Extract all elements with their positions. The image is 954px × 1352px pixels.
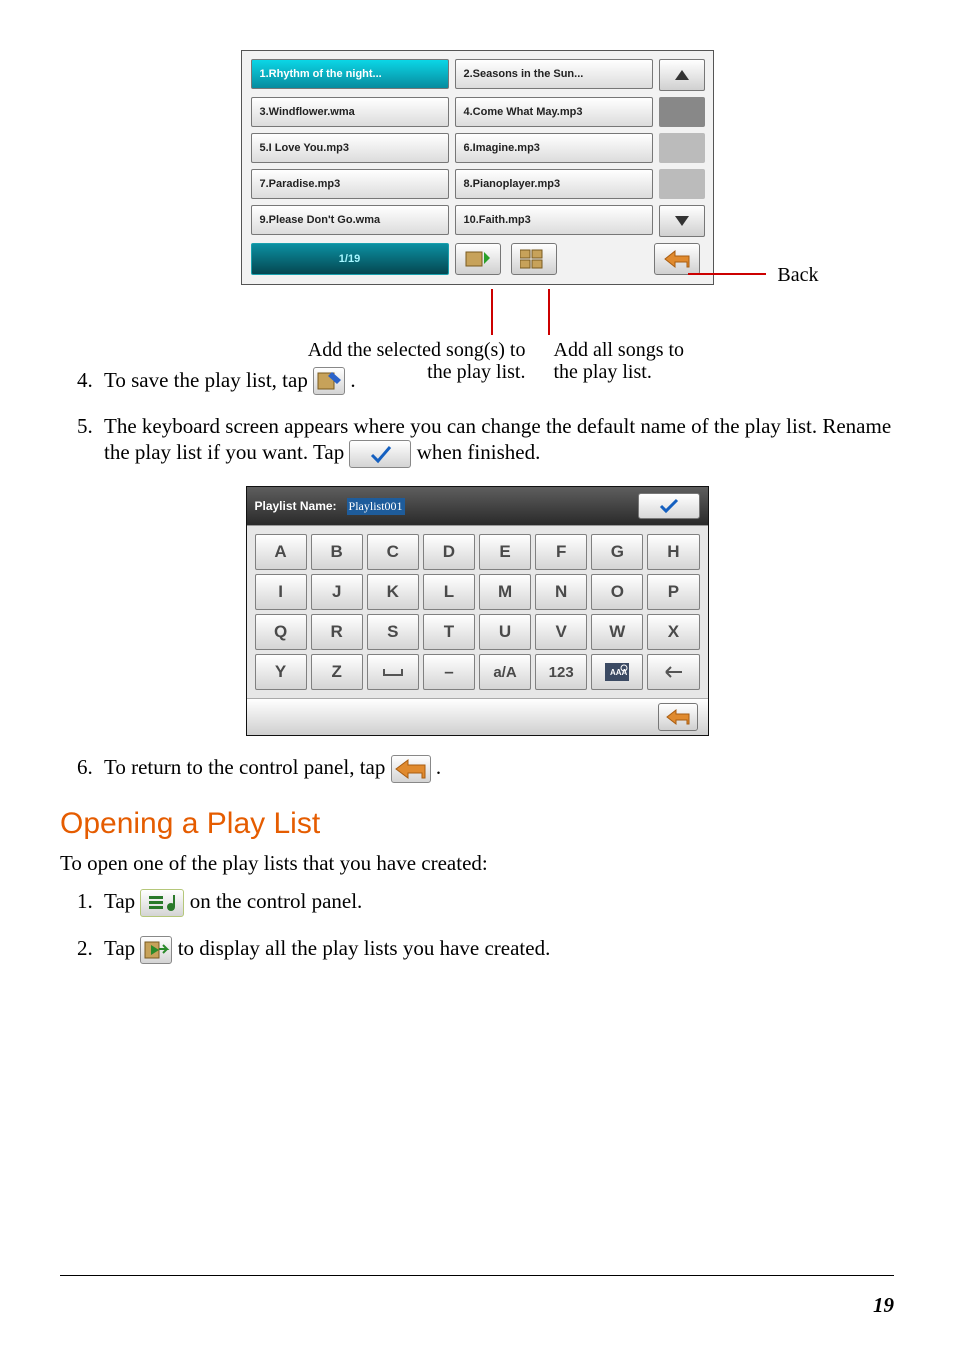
open-step-2-text-a: Tap (104, 936, 140, 960)
song-item-9[interactable]: 9.Please Don't Go.wma (251, 205, 449, 235)
key-u[interactable]: U (479, 614, 531, 650)
key-w[interactable]: W (591, 614, 643, 650)
open-step-2: Tap to display all the play lists you ha… (98, 935, 894, 964)
step-6-text-b: . (436, 755, 441, 779)
show-playlists-icon[interactable] (140, 936, 172, 964)
step-5: The keyboard screen appears where you ca… (98, 413, 894, 468)
key-123[interactable]: 123 (535, 654, 587, 690)
key-backspace[interactable] (647, 654, 699, 690)
key-d[interactable]: D (423, 534, 475, 570)
key-e[interactable]: E (479, 534, 531, 570)
open-intro-text: To open one of the play lists that you h… (60, 851, 894, 876)
key-m[interactable]: M (479, 574, 531, 610)
key-k[interactable]: K (367, 574, 419, 610)
song-item-5[interactable]: 5.I Love You.mp3 (251, 133, 449, 163)
callout-label-back: Back (777, 264, 818, 287)
scrollbar-thumb[interactable] (659, 97, 705, 127)
key-y[interactable]: Y (255, 654, 307, 690)
key-q[interactable]: Q (255, 614, 307, 650)
key-v[interactable]: V (535, 614, 587, 650)
callout-line-add-selected (491, 289, 493, 335)
page-number: 19 (873, 1293, 894, 1318)
key-dash[interactable]: – (423, 654, 475, 690)
song-item-1[interactable]: 1.Rhythm of the night... (251, 59, 449, 89)
step-5-text-b: when finished. (417, 440, 541, 464)
key-t[interactable]: T (423, 614, 475, 650)
key-n[interactable]: N (535, 574, 587, 610)
step-4-text-a: To save the play list, tap (104, 368, 313, 392)
open-step-1: Tap on the control panel. (98, 888, 894, 917)
callout-line-add-all (548, 289, 550, 335)
key-s[interactable]: S (367, 614, 419, 650)
open-step-1-text-a: Tap (104, 889, 140, 913)
section-heading-opening-playlist: Opening a Play List (60, 807, 894, 841)
key-handwriting[interactable]: AAA (591, 654, 643, 690)
scrollbar-track[interactable] (659, 169, 705, 199)
back-arrow-icon[interactable] (391, 755, 431, 783)
song-item-3[interactable]: 3.Windflower.wma (251, 97, 449, 127)
scrollbar-track[interactable] (659, 133, 705, 163)
key-space[interactable] (367, 654, 419, 690)
playlist-menu-icon[interactable] (140, 889, 184, 917)
open-step-2-text-b: to display all the play lists you have c… (178, 936, 551, 960)
open-step-1-text-b: on the control panel. (190, 889, 363, 913)
page-counter: 1/19 (251, 243, 449, 275)
footer-rule (60, 1275, 894, 1276)
song-item-4[interactable]: 4.Come What May.mp3 (455, 97, 653, 127)
key-h[interactable]: H (647, 534, 699, 570)
svg-text:AAA: AAA (610, 668, 628, 677)
key-j[interactable]: J (311, 574, 363, 610)
keyboard-back-button[interactable] (658, 703, 698, 731)
back-button[interactable] (654, 243, 700, 275)
key-l[interactable]: L (423, 574, 475, 610)
key-o[interactable]: O (591, 574, 643, 610)
confirm-icon[interactable] (349, 440, 411, 468)
song-item-8[interactable]: 8.Pianoplayer.mp3 (455, 169, 653, 199)
keyboard-confirm-button[interactable] (638, 493, 700, 519)
key-i[interactable]: I (255, 574, 307, 610)
scroll-up-button[interactable] (659, 59, 705, 91)
step-6-text-a: To return to the control panel, tap (104, 755, 391, 779)
save-playlist-icon[interactable] (313, 367, 345, 395)
song-item-6[interactable]: 6.Imagine.mp3 (455, 133, 653, 163)
callout-line-back (688, 273, 766, 275)
scroll-down-button[interactable] (659, 205, 705, 237)
key-f[interactable]: F (535, 534, 587, 570)
key-g[interactable]: G (591, 534, 643, 570)
song-item-10[interactable]: 10.Faith.mp3 (455, 205, 653, 235)
key-case[interactable]: a/A (479, 654, 531, 690)
key-b[interactable]: B (311, 534, 363, 570)
playlist-name-label: Playlist Name: (255, 499, 337, 513)
song-item-7[interactable]: 7.Paradise.mp3 (251, 169, 449, 199)
key-c[interactable]: C (367, 534, 419, 570)
key-p[interactable]: P (647, 574, 699, 610)
keyboard-window: Playlist Name: Playlist001 A B C D E F G… (246, 486, 709, 736)
step-6: To return to the control panel, tap . (98, 754, 894, 783)
add-selected-button[interactable] (455, 243, 501, 275)
key-a[interactable]: A (255, 534, 307, 570)
key-x[interactable]: X (647, 614, 699, 650)
add-all-button[interactable] (511, 243, 557, 275)
callout-caption-add-all: Add all songs to the play list. (554, 339, 713, 383)
playlist-name-value[interactable]: Playlist001 (347, 498, 405, 515)
song-item-2[interactable]: 2.Seasons in the Sun... (455, 59, 653, 89)
key-z[interactable]: Z (311, 654, 363, 690)
song-picker-window: 1.Rhythm of the night... 2.Seasons in th… (241, 50, 714, 285)
key-r[interactable]: R (311, 614, 363, 650)
